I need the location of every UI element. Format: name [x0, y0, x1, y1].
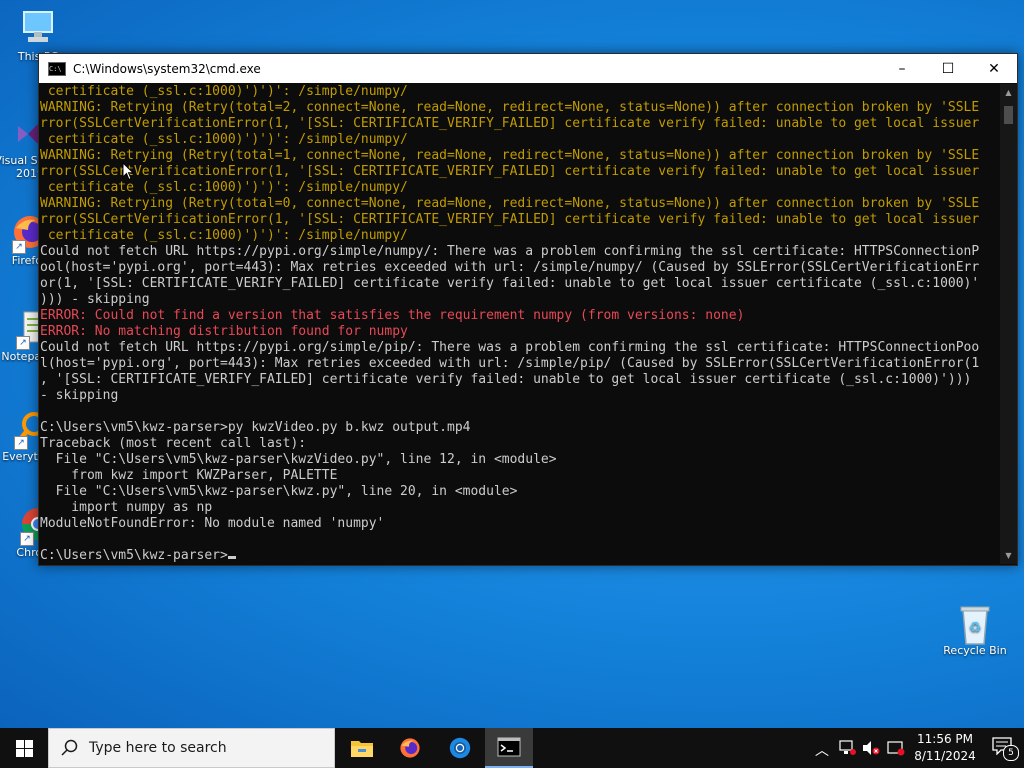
title-bar[interactable]: C:\ C:\Windows\system32\cmd.exe – ☐ ✕ — [39, 54, 1017, 83]
text-cursor — [227, 556, 236, 559]
minimize-button[interactable]: – — [879, 54, 925, 83]
console-line: ool(host='pypi.org', port=443): Max retr… — [40, 260, 980, 275]
cmd-icon: C:\ — [48, 61, 66, 76]
taskbar-search-box[interactable]: Type here to search — [48, 728, 335, 768]
console-line: File "C:\Users\vm5\kwz-parser\kwzVideo.p… — [40, 452, 557, 467]
console-line: or(1, '[SSL: CERTIFICATE_VERIFY_FAILED] … — [40, 276, 980, 291]
taskbar-clock[interactable]: 11:56 PM 8/11/2024 — [910, 731, 980, 765]
console-line: ERROR: No matching distribution found fo… — [40, 324, 408, 339]
console-line: rror(SSLCertVerificationError(1, '[SSL: … — [40, 116, 980, 131]
vertical-scrollbar[interactable]: ▲ ▼ — [1000, 84, 1017, 564]
console-line: File "C:\Users\vm5\kwz-parser\kwz.py", l… — [40, 484, 518, 499]
console-line: C:\Users\vm5\kwz-parser>py kwzVideo.py b… — [40, 420, 471, 435]
console-prompt: C:\Users\vm5\kwz-parser> — [40, 548, 228, 563]
window-title: C:\Windows\system32\cmd.exe — [73, 61, 261, 76]
file-explorer-icon — [351, 741, 373, 757]
console-prompt-line[interactable]: C:\Users\vm5\kwz-parser> — [40, 548, 998, 564]
clock-time: 11:56 PM — [917, 732, 973, 746]
console-line: - skipping — [40, 388, 119, 403]
mouse-cursor-icon — [122, 162, 134, 181]
clock-date: 8/11/2024 — [914, 749, 976, 763]
console-line: import numpy as np — [40, 500, 213, 515]
console-line: Could not fetch URL https://pypi.org/sim… — [40, 340, 980, 355]
console-line: WARNING: Retrying (Retry(total=2, connec… — [40, 100, 980, 115]
taskbar: Type here to search ︿ 11:56 PM 8/11/2024… — [0, 728, 1024, 768]
shortcut-arrow-icon: ↗ — [12, 240, 26, 254]
console-line: certificate (_ssl.c:1000)')')': /simple/… — [40, 84, 408, 99]
console-line: , '[SSL: CERTIFICATE_VERIFY_FAILED] cert… — [40, 372, 972, 387]
console-line: ))) - skipping — [40, 292, 150, 307]
svg-text:♻: ♻ — [969, 620, 982, 636]
taskbar-firefox[interactable] — [386, 728, 434, 768]
window-controls: – ☐ ✕ — [879, 54, 1017, 83]
taskbar-file-explorer[interactable] — [338, 728, 386, 768]
scroll-down-arrow-icon[interactable]: ▼ — [1000, 547, 1017, 564]
shortcut-arrow-icon: ↗ — [20, 532, 34, 546]
computer-icon — [18, 8, 58, 48]
firefox-icon — [400, 738, 420, 758]
console-line: rror(SSLCertVerificationError(1, '[SSL: … — [40, 212, 980, 227]
scroll-thumb[interactable] — [1004, 106, 1013, 124]
console-line: Could not fetch URL https://pypi.org/sim… — [40, 244, 980, 259]
console-line: certificate (_ssl.c:1000)')')': /simple/… — [40, 132, 408, 147]
recycle-bin-icon: ♻ — [955, 602, 995, 645]
console-line: WARNING: Retrying (Retry(total=1, connec… — [40, 148, 980, 163]
show-hidden-icons-chevron-icon[interactable]: ︿ — [815, 740, 829, 760]
notification-count-badge: 5 — [1003, 745, 1019, 761]
console-line: l(host='pypi.org', port=443): Max retrie… — [40, 356, 980, 371]
windows-logo-icon — [15, 739, 33, 757]
scroll-up-arrow-icon[interactable]: ▲ — [1000, 84, 1017, 101]
taskbar-chrome[interactable] — [436, 728, 484, 768]
network-icon[interactable] — [838, 740, 856, 756]
console-line: rror(SSLCertVerificationError(1, '[SSL: … — [40, 164, 980, 179]
console-line: certificate (_ssl.c:1000)')')': /simple/… — [40, 228, 408, 243]
console-line: from kwz import KWZParser, PALETTE — [40, 468, 338, 483]
shortcut-arrow-icon: ↗ — [14, 436, 28, 450]
security-icon[interactable] — [887, 740, 905, 756]
console-output[interactable]: certificate (_ssl.c:1000)')')': /simple/… — [40, 84, 998, 564]
cmd-window[interactable]: C:\ C:\Windows\system32\cmd.exe – ☐ ✕ ce… — [38, 53, 1018, 566]
action-center-button[interactable]: 5 — [992, 737, 1019, 761]
chrome-icon — [449, 737, 471, 759]
start-button[interactable] — [0, 728, 48, 768]
console-line: certificate (_ssl.c:1000)')')': /simple/… — [40, 180, 408, 195]
search-placeholder: Type here to search — [89, 740, 227, 756]
command-prompt-icon — [497, 737, 521, 757]
console-line: Traceback (most recent call last): — [40, 436, 307, 451]
search-icon — [61, 739, 78, 756]
volume-muted-icon[interactable] — [862, 740, 880, 756]
console-line: ERROR: Could not find a version that sat… — [40, 308, 745, 323]
maximize-button[interactable]: ☐ — [925, 54, 971, 83]
console-line: WARNING: Retrying (Retry(total=0, connec… — [40, 196, 980, 211]
shortcut-arrow-icon: ↗ — [16, 336, 30, 350]
console-line: ModuleNotFoundError: No module named 'nu… — [40, 516, 385, 531]
desktop-icon-recycle-bin[interactable]: ♻ Recycle Bin — [939, 602, 1011, 657]
taskbar-command-prompt[interactable] — [485, 728, 533, 768]
close-button[interactable]: ✕ — [971, 54, 1017, 83]
